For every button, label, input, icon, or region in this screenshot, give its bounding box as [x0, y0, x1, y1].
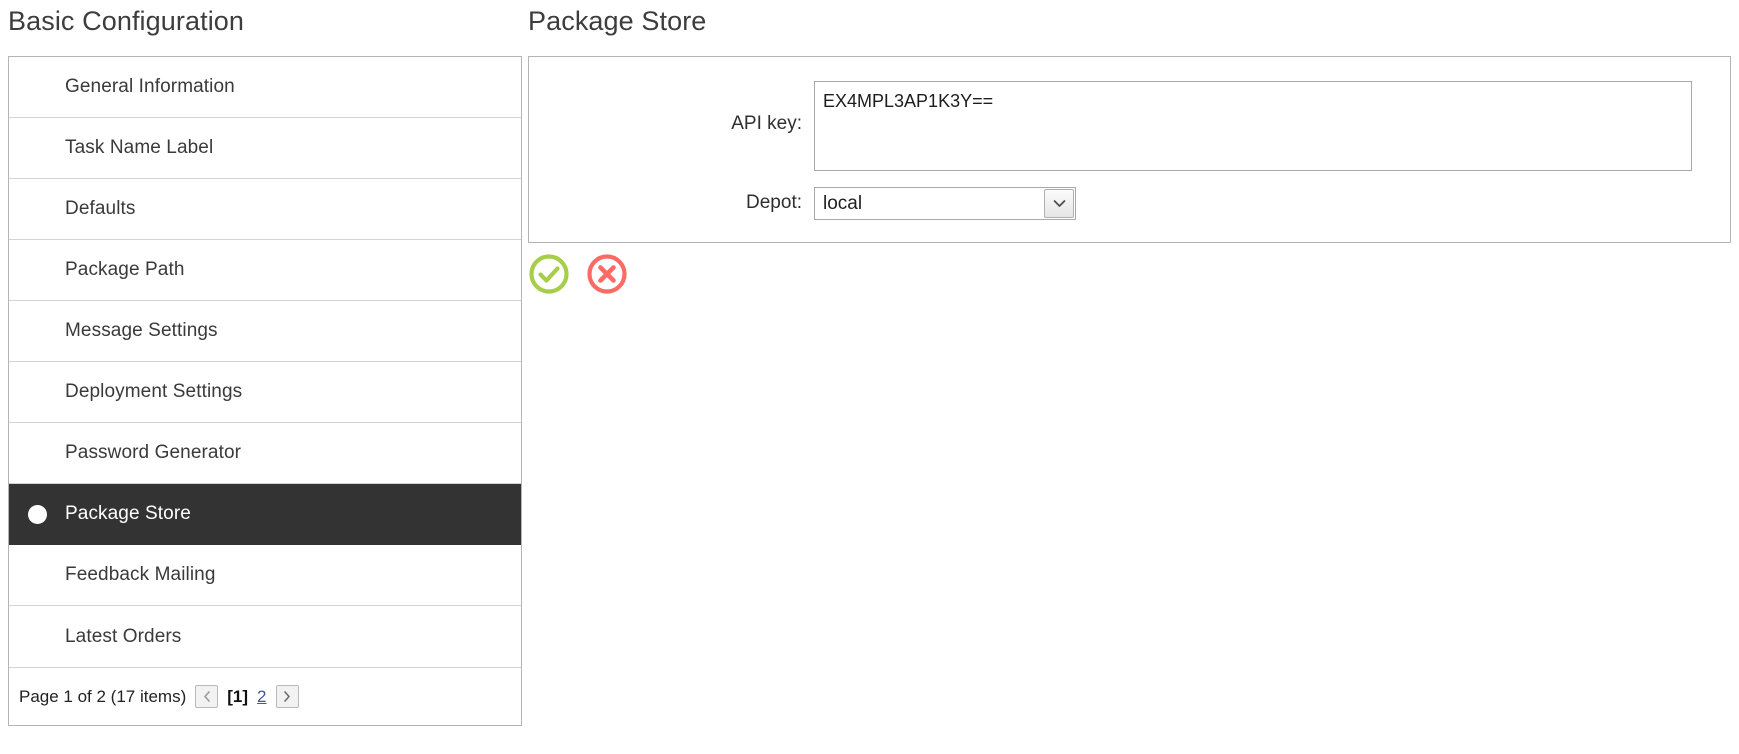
depot-row: Depot: local	[529, 187, 1730, 220]
api-key-input[interactable]	[814, 81, 1692, 171]
check-circle-icon	[528, 253, 570, 295]
page-title-basic-configuration: Basic Configuration	[8, 6, 245, 36]
save-button[interactable]	[528, 253, 570, 295]
sidebar-item-package-store[interactable]: Package Store	[9, 484, 521, 545]
pager-page-2-link[interactable]: 2	[257, 687, 266, 707]
sidebar-item-bullet-slot	[9, 504, 65, 524]
api-key-row: API key:	[529, 81, 1730, 171]
x-circle-icon	[586, 253, 628, 295]
sidebar-item-label: Defaults	[65, 198, 136, 219]
depot-selected-value: local	[823, 192, 863, 214]
form-actions	[528, 253, 628, 295]
page-title-package-store: Package Store	[528, 6, 707, 36]
sidebar-list: General Information Task Name Label Defaul…	[9, 57, 521, 667]
sidebar-item-feedback-mailing[interactable]: Feedback Mailing	[9, 545, 521, 606]
pager-current-page: [1]	[227, 686, 249, 706]
sidebar-item-defaults[interactable]: Defaults	[9, 179, 521, 240]
pager-summary: Page 1 of 2 (17 items)	[19, 686, 187, 706]
sidebar-item-latest-orders[interactable]: Latest Orders	[9, 606, 521, 667]
sidebar-item-package-path[interactable]: Package Path	[9, 240, 521, 301]
app-root: Basic Configuration Package Store Genera…	[0, 0, 1739, 754]
pager-next-button[interactable]	[275, 685, 299, 708]
cancel-button[interactable]	[586, 253, 628, 295]
depot-label: Depot:	[746, 192, 802, 213]
sidebar-item-task-name-label[interactable]: Task Name Label	[9, 118, 521, 179]
pager: Page 1 of 2 (17 items) [1] 2	[9, 667, 521, 725]
depot-select[interactable]: local	[814, 187, 1076, 220]
selected-dot-icon	[27, 504, 47, 524]
sidebar-item-label: General Information	[65, 76, 235, 97]
sidebar-item-general-information[interactable]: General Information	[9, 57, 521, 118]
sidebar-item-deployment-settings[interactable]: Deployment Settings	[9, 362, 521, 423]
pager-prev-button[interactable]	[195, 685, 219, 708]
api-key-label: API key:	[731, 113, 802, 134]
sidebar-item-label: Package Path	[65, 259, 185, 280]
sidebar-item-label: Deployment Settings	[65, 381, 243, 402]
sidebar: General Information Task Name Label Defaul…	[8, 56, 522, 726]
sidebar-item-label: Task Name Label	[65, 137, 214, 158]
sidebar-item-label: Latest Orders	[65, 625, 182, 647]
sidebar-item-label: Message Settings	[65, 320, 218, 341]
sidebar-item-label: Package Store	[65, 503, 191, 524]
sidebar-item-label: Password Generator	[65, 442, 242, 463]
sidebar-item-message-settings[interactable]: Message Settings	[9, 301, 521, 362]
sidebar-item-password-generator[interactable]: Password Generator	[9, 423, 521, 484]
package-store-panel: API key: Depot: local	[528, 56, 1731, 243]
chevron-down-icon[interactable]	[1044, 189, 1074, 218]
sidebar-item-label: Feedback Mailing	[65, 564, 216, 585]
